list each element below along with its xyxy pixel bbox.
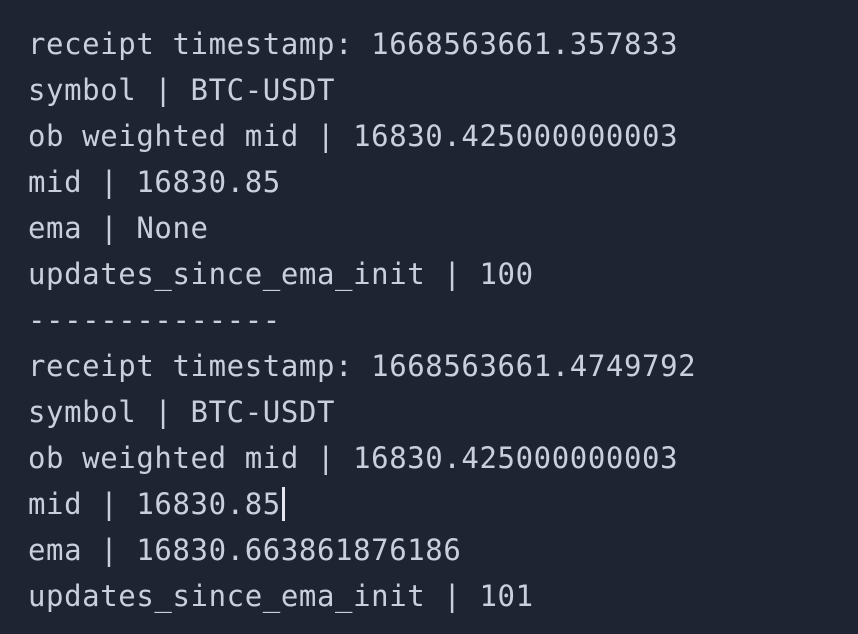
separator-line: --------------	[28, 0, 281, 14]
mid-line-text: mid | 16830.85	[28, 487, 281, 521]
mid-line: mid | 16830.85	[28, 165, 281, 199]
receipt-timestamp-line: receipt timestamp: 1668563661.4749792	[28, 349, 697, 383]
receipt-timestamp-line: receipt timestamp: 1668563661.357833	[28, 27, 679, 61]
ema-line: ema | 16830.663861876186	[28, 533, 462, 567]
updates-since-ema-init-line: updates_since_ema_init | 100	[28, 257, 534, 291]
mid-line-with-cursor: mid | 16830.85	[28, 487, 285, 521]
terminal-output[interactable]: -------------- receipt timestamp: 166856…	[0, 0, 858, 634]
separator-line: --------------	[28, 303, 281, 337]
symbol-line: symbol | BTC-USDT	[28, 73, 336, 107]
symbol-line: symbol | BTC-USDT	[28, 395, 336, 429]
ob-weighted-mid-line: ob weighted mid | 16830.425000000003	[28, 119, 679, 153]
updates-since-ema-init-line: updates_since_ema_init | 101	[28, 579, 534, 613]
text-cursor	[281, 487, 285, 521]
ob-weighted-mid-line: ob weighted mid | 16830.425000000003	[28, 441, 679, 475]
ema-line: ema | None	[28, 211, 209, 245]
